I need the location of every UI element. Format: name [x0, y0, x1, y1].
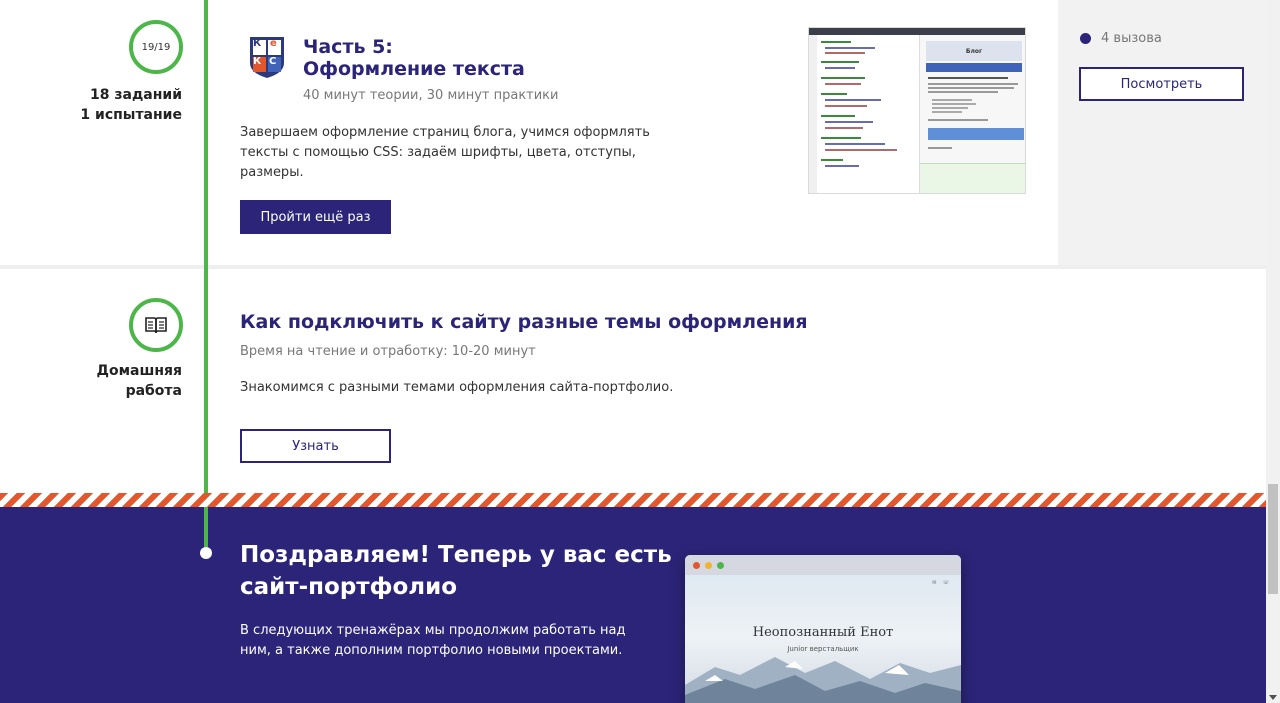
lesson-description: Завершаем оформление страниц блога, учим… — [240, 125, 650, 180]
homework-description: Знакомимся с разными темами оформления с… — [240, 380, 674, 395]
close-dot-icon — [693, 561, 700, 569]
thumb-blog-heading: Блог — [926, 41, 1022, 61]
progress-circle: 19/19 — [129, 20, 183, 74]
learn-button[interactable]: Узнать — [240, 429, 391, 463]
congrats-title: Поздравляем! Теперь у вас есть сайт-порт… — [240, 542, 672, 600]
lesson-title-line2: Оформление текста — [303, 58, 525, 80]
homework-title: Как подключить к сайту разные темы оформ… — [240, 311, 808, 333]
repeat-button[interactable]: Пройти ещё раз — [240, 200, 391, 234]
scroll-down-arrow-icon[interactable] — [1269, 695, 1277, 700]
portfolio-preview: ✉ ☏ Неопознанный Енот Junior верстальщик — [685, 555, 961, 703]
logo-letter-4: С — [269, 56, 277, 67]
timeline-end-dot — [200, 547, 212, 559]
minimize-dot-icon — [705, 561, 712, 569]
lesson-meta: 40 минут теории, 30 минут практики — [303, 88, 559, 103]
logo-letter-2: е — [270, 38, 277, 49]
preview-hero: ✉ ☏ Неопознанный Енот Junior верстальщик — [685, 575, 961, 703]
lesson-thumbnail[interactable]: Блог — [808, 27, 1026, 194]
homework-label: Домашняя работа — [60, 361, 183, 401]
lesson-title: Часть 5: Оформление текста — [303, 36, 525, 80]
challenge-count: 1 испытание — [80, 107, 182, 123]
preview-site-title: Неопознанный Енот — [752, 625, 894, 640]
calls-label: 4 вызова — [1101, 31, 1162, 46]
logo-letter-1: К — [253, 38, 262, 49]
congrats-text: В следующих тренажёрах мы продолжим рабо… — [240, 623, 626, 658]
scrollbar-thumb[interactable] — [1268, 484, 1278, 594]
homework-meta: Время на чтение и отработку: 10-20 минут — [240, 344, 536, 359]
page: 19/19 18 заданий 1 испытание К е К С Час… — [0, 0, 1280, 703]
warning-stripes — [0, 493, 1266, 507]
tasks-count: 18 заданий — [90, 87, 182, 103]
page-scrollbar[interactable] — [1266, 0, 1280, 703]
calls-counter: 4 вызова — [1080, 31, 1162, 46]
calls-bullet-icon — [1080, 33, 1091, 44]
timeline-line-end — [204, 507, 208, 547]
preview-site-subtitle: Junior верстальщик — [787, 645, 859, 653]
homework-circle — [129, 298, 183, 352]
section-divider — [0, 265, 1266, 269]
logo-letter-3: К — [253, 56, 262, 67]
timeline-line — [204, 0, 208, 525]
homework-label-line2: работа — [125, 383, 182, 399]
view-button[interactable]: Посмотреть — [1079, 67, 1244, 101]
homework-label-line1: Домашняя — [96, 363, 183, 379]
progress-label: 19/19 — [141, 41, 171, 53]
congrats-banner: Поздравляем! Теперь у вас есть сайт-порт… — [0, 507, 1266, 703]
tasks-summary: 18 заданий 1 испытание — [60, 85, 182, 125]
browser-toolbar — [685, 555, 961, 575]
lesson-title-line1: Часть 5: — [303, 36, 393, 58]
book-icon — [145, 317, 167, 334]
maximize-dot-icon — [717, 561, 724, 569]
